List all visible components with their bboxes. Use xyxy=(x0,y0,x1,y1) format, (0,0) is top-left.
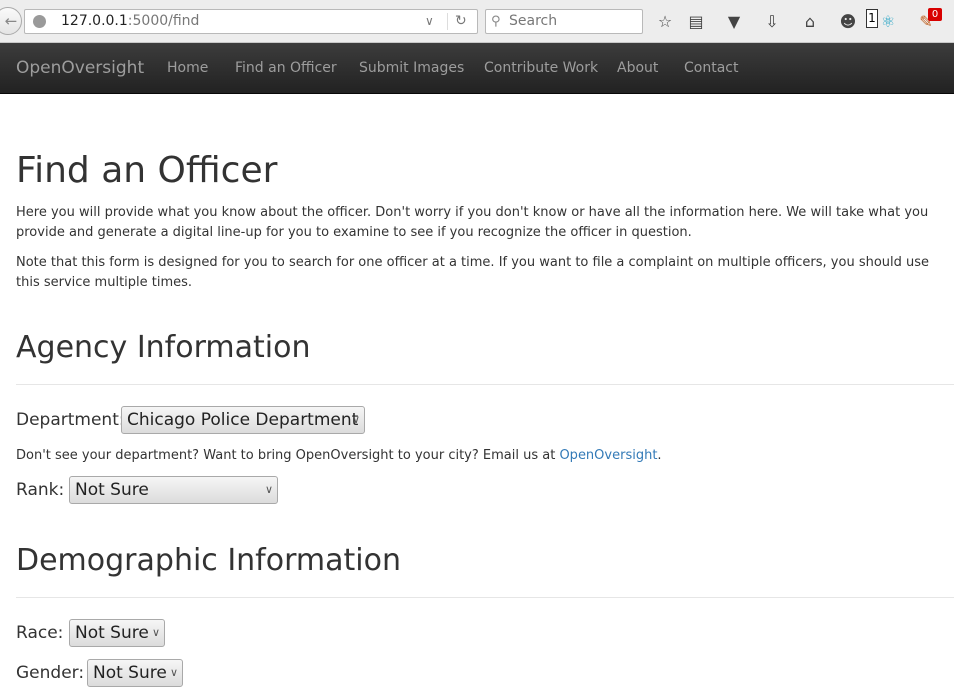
race-selected-value: Not Sure xyxy=(75,623,149,643)
race-label: Race: xyxy=(16,623,64,643)
nav-submit-images[interactable]: Submit Images xyxy=(359,43,464,93)
url-host: 127.0.0.1 xyxy=(61,13,128,29)
url-separator xyxy=(447,13,448,30)
search-icon: ⚲ xyxy=(491,14,501,29)
nav-home[interactable]: Home xyxy=(167,43,208,93)
reload-icon[interactable]: ↻ xyxy=(455,10,467,33)
browser-toolbar: ← 127.0.0.1:5000/find ∨ ↻ ⚲ Search ☆ ▤ ▼… xyxy=(0,0,954,43)
globe-icon xyxy=(33,15,46,28)
department-label: Department: xyxy=(16,410,125,430)
agency-heading: Agency Information xyxy=(16,330,311,365)
navbar: OpenOversight Home Find an Officer Submi… xyxy=(0,43,954,94)
chevron-down-icon: ∨ xyxy=(351,413,360,426)
url-bar[interactable]: 127.0.0.1:5000/find ∨ ↻ xyxy=(24,9,478,34)
chevron-down-icon: ∨ xyxy=(264,483,273,496)
chat-icon[interactable]: ☻ xyxy=(838,11,858,33)
dropdown-icon[interactable]: ∨ xyxy=(425,10,434,33)
page-title: Find an Officer xyxy=(16,150,278,191)
star-icon[interactable]: ☆ xyxy=(655,11,675,33)
rank-label: Rank: xyxy=(16,480,65,500)
url-text: 127.0.0.1:5000/find xyxy=(61,10,199,33)
rank-select[interactable]: Not Sure ∨ xyxy=(69,476,278,504)
brand-link[interactable]: OpenOversight xyxy=(16,43,144,93)
rank-selected-value: Not Sure xyxy=(75,480,149,500)
department-note-text: Don't see your department? Want to bring… xyxy=(16,448,560,463)
extension-icon[interactable]: ⚛ xyxy=(878,11,898,33)
department-select[interactable]: Chicago Police Department ∨ xyxy=(121,406,365,434)
tab-count-badge: 1 xyxy=(866,9,878,28)
nav-find-officer[interactable]: Find an Officer xyxy=(235,43,337,93)
back-icon[interactable]: ← xyxy=(0,7,22,35)
chevron-down-icon: ∨ xyxy=(151,626,160,639)
chevron-down-icon: ∨ xyxy=(169,666,178,679)
divider xyxy=(16,384,954,385)
search-input[interactable]: ⚲ Search xyxy=(485,9,643,34)
openoversight-email-link[interactable]: OpenOversight xyxy=(559,448,657,463)
nav-contact[interactable]: Contact xyxy=(684,43,738,93)
nav-about[interactable]: About xyxy=(617,43,658,93)
home-icon[interactable]: ⌂ xyxy=(800,11,820,33)
download-icon[interactable]: ⇩ xyxy=(762,11,782,33)
pocket-icon[interactable]: ▼ xyxy=(724,11,744,33)
department-note-suffix: . xyxy=(657,448,662,463)
reader-icon[interactable]: ▤ xyxy=(686,11,706,33)
nav-contribute-work[interactable]: Contribute Work xyxy=(484,43,598,93)
intro-paragraph: Here you will provide what you know abou… xyxy=(16,205,929,240)
department-selected-value: Chicago Police Department xyxy=(127,410,359,430)
notification-badge: 0 xyxy=(928,8,942,21)
race-select[interactable]: Not Sure ∨ xyxy=(69,619,165,647)
gender-selected-value: Not Sure xyxy=(93,663,167,683)
gender-select[interactable]: Not Sure ∨ xyxy=(87,659,183,687)
divider xyxy=(16,597,954,598)
url-path: :5000/find xyxy=(127,13,200,29)
department-note: Don't see your department? Want to bring… xyxy=(16,446,946,466)
gender-label: Gender: xyxy=(16,663,85,683)
search-placeholder: Search xyxy=(509,13,558,29)
demographic-heading: Demographic Information xyxy=(16,543,401,578)
note-paragraph: Note that this form is designed for you … xyxy=(16,255,930,290)
